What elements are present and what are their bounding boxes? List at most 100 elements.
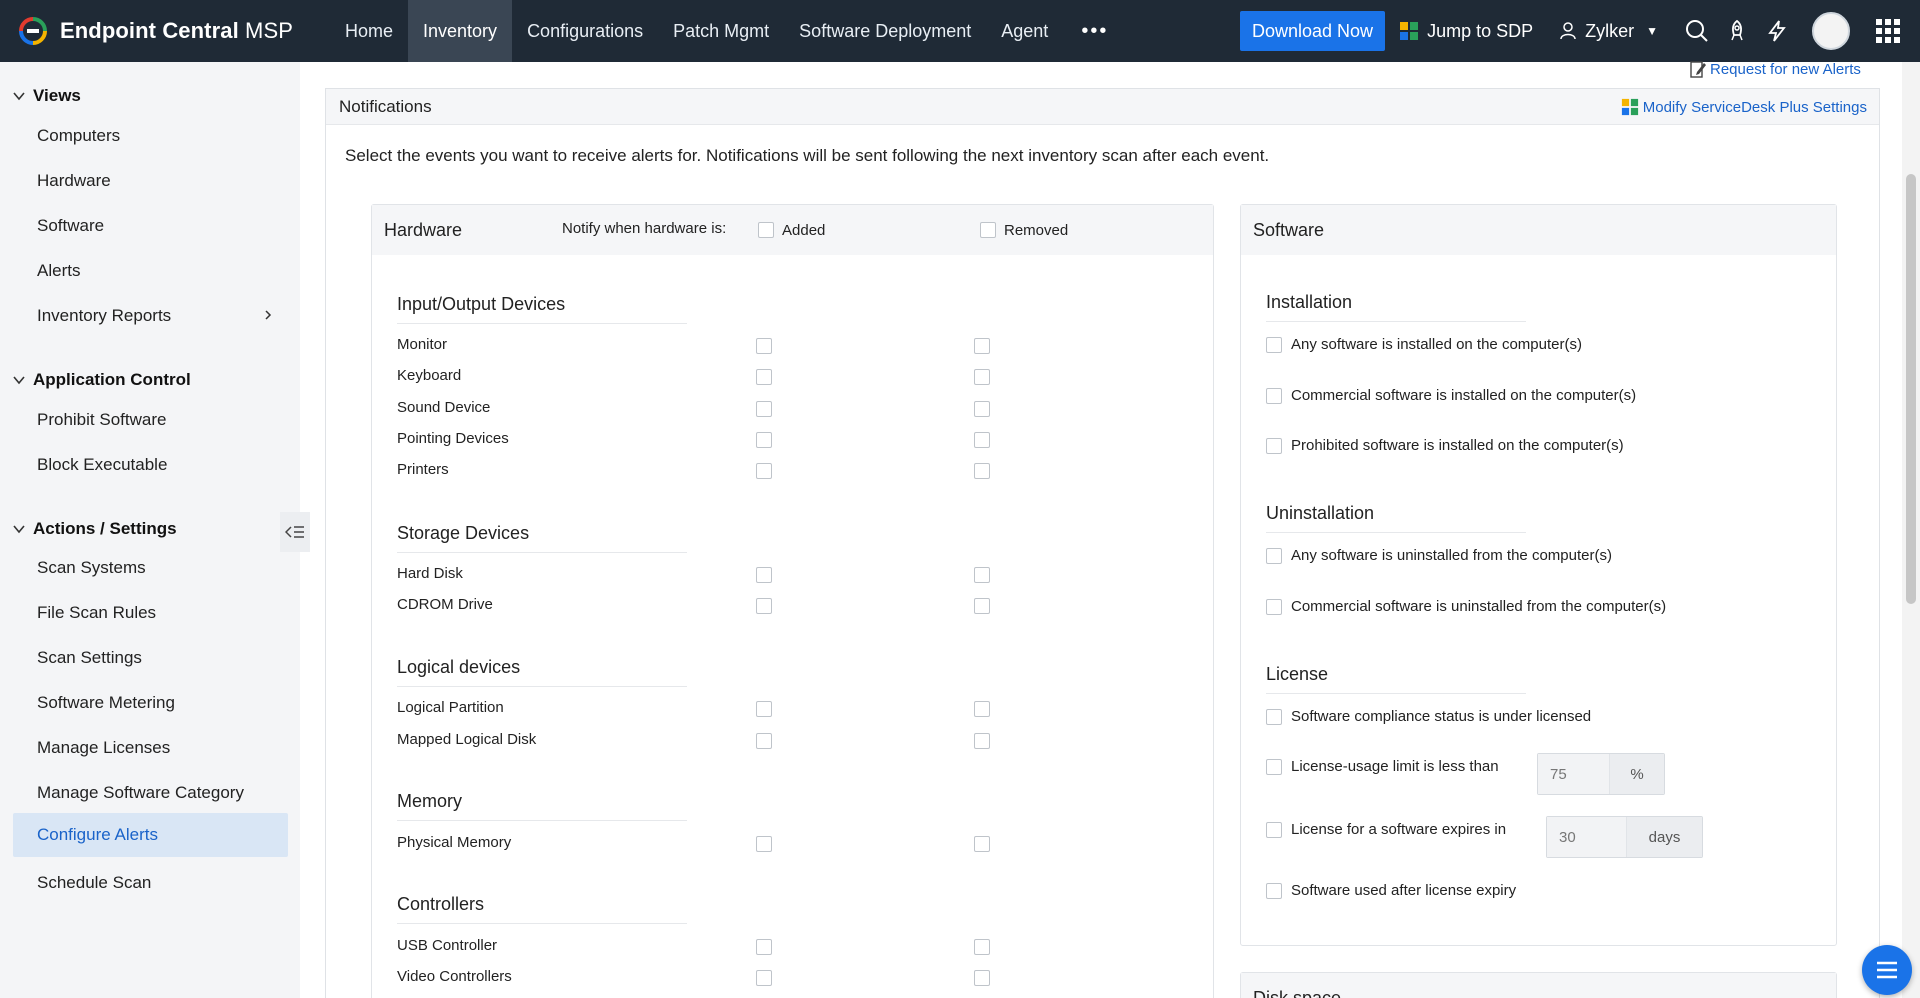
commercial-installed-checkbox[interactable]: [1266, 387, 1282, 404]
sidebar-item-inventory-reports[interactable]: Inventory Reports: [13, 294, 288, 338]
expires-in-unit: days: [1627, 817, 1702, 857]
pointing-devices-added-checkbox[interactable]: [756, 432, 772, 448]
request-new-alerts-link[interactable]: Request for new Alerts: [1690, 60, 1861, 78]
expires-in-input[interactable]: 30: [1547, 817, 1627, 857]
added-all-checkbox[interactable]: [758, 222, 774, 238]
nav-agent[interactable]: Agent: [986, 0, 1063, 62]
floating-menu-button[interactable]: [1862, 945, 1912, 995]
sidebar-item-alerts[interactable]: Alerts: [13, 249, 288, 293]
sw-row-expires-in[interactable]: License for a software expires in: [1266, 821, 1506, 838]
sidebar-item-block-executable[interactable]: Block Executable: [13, 443, 288, 487]
sw-label: License for a software expires in: [1291, 821, 1507, 838]
avatar[interactable]: [1812, 12, 1850, 50]
physical-memory-removed-checkbox[interactable]: [974, 836, 990, 852]
used-after-expiry-checkbox[interactable]: [1266, 882, 1282, 899]
nav-patch-mgmt[interactable]: Patch Mgmt: [658, 0, 784, 62]
cdrom-drive-removed-checkbox[interactable]: [974, 598, 990, 614]
hard-disk-added-checkbox[interactable]: [756, 567, 772, 583]
disk-space-header: Disk space: [1241, 973, 1836, 998]
cdrom-drive-added-checkbox[interactable]: [756, 598, 772, 614]
sidebar-item-software[interactable]: Software: [13, 204, 288, 248]
jump-to-sdp-link[interactable]: Jump to SDP: [1399, 21, 1533, 42]
download-now-button[interactable]: Download Now: [1240, 11, 1386, 51]
any-uninstalled-checkbox[interactable]: [1266, 547, 1282, 564]
keyboard-removed-checkbox[interactable]: [974, 369, 990, 385]
logical-partition-added-checkbox[interactable]: [756, 701, 772, 717]
lightning-icon[interactable]: [1764, 18, 1790, 44]
any-installed-checkbox[interactable]: [1266, 336, 1282, 353]
physical-memory-added-checkbox[interactable]: [756, 836, 772, 852]
usage-limit-checkbox[interactable]: [1266, 758, 1282, 775]
video-controllers-removed-checkbox[interactable]: [974, 970, 990, 986]
sound-device-removed-checkbox[interactable]: [974, 401, 990, 417]
user-menu[interactable]: Zylker ▼: [1559, 21, 1658, 42]
keyboard-added-checkbox[interactable]: [756, 369, 772, 385]
search-icon[interactable]: [1684, 18, 1710, 44]
sw-row-any-installed[interactable]: Any software is installed on the compute…: [1266, 336, 1582, 353]
sw-label: License-usage limit is less than: [1291, 758, 1499, 775]
sw-row-any-uninstalled[interactable]: Any software is uninstalled from the com…: [1266, 547, 1612, 564]
sw-row-commercial-installed[interactable]: Commercial software is installed on the …: [1266, 387, 1636, 404]
scrollbar-thumb[interactable]: [1906, 174, 1916, 604]
under-licensed-checkbox[interactable]: [1266, 708, 1282, 725]
mapped-logical-disk-added-checkbox[interactable]: [756, 733, 772, 749]
section-title-io-devices: Input/Output Devices: [397, 294, 687, 324]
monitor-added-checkbox[interactable]: [756, 338, 772, 354]
section-title-license: License: [1266, 664, 1526, 694]
expires-in-checkbox[interactable]: [1266, 821, 1282, 838]
nav-software-deployment[interactable]: Software Deployment: [784, 0, 986, 62]
chevron-down-icon: [13, 376, 25, 385]
sidebar-group-application-control[interactable]: Application Control: [12, 370, 191, 390]
notify-label: Notify when hardware is:: [562, 220, 727, 237]
rocket-icon[interactable]: [1724, 18, 1750, 44]
collapse-sidebar-icon[interactable]: [280, 512, 310, 552]
vertical-scrollbar[interactable]: [1902, 62, 1920, 998]
sidebar-item-schedule-scan[interactable]: Schedule Scan: [13, 861, 288, 905]
sidebar-item-file-scan-rules[interactable]: File Scan Rules: [13, 591, 288, 635]
hw-label-video-controllers: Video Controllers: [397, 968, 512, 985]
sidebar-group-actions-settings[interactable]: Actions / Settings: [12, 519, 177, 539]
usb-controller-removed-checkbox[interactable]: [974, 939, 990, 955]
sidebar-item-manage-software-category[interactable]: Manage Software Category: [13, 771, 288, 815]
logical-partition-removed-checkbox[interactable]: [974, 701, 990, 717]
apps-grid-icon[interactable]: [1876, 19, 1900, 43]
sidebar-item-scan-systems[interactable]: Scan Systems: [13, 546, 288, 590]
monitor-removed-checkbox[interactable]: [974, 338, 990, 354]
removed-all-checkbox[interactable]: [980, 222, 996, 238]
sidebar-item-software-metering[interactable]: Software Metering: [13, 681, 288, 725]
commercial-uninstalled-checkbox[interactable]: [1266, 598, 1282, 615]
sw-row-commercial-uninstalled[interactable]: Commercial software is uninstalled from …: [1266, 598, 1666, 615]
usb-controller-added-checkbox[interactable]: [756, 939, 772, 955]
prohibited-installed-checkbox[interactable]: [1266, 437, 1282, 454]
sidebar-item-computers[interactable]: Computers: [13, 114, 288, 158]
usage-limit-input[interactable]: 75: [1538, 754, 1610, 794]
sw-row-under-licensed[interactable]: Software compliance status is under lice…: [1266, 708, 1591, 725]
sidebar-item-configure-alerts[interactable]: Configure Alerts: [13, 813, 288, 857]
sidebar-group-label: Actions / Settings: [33, 519, 177, 538]
modify-servicedesk-settings-link[interactable]: Modify ServiceDesk Plus Settings: [1621, 98, 1867, 116]
video-controllers-added-checkbox[interactable]: [756, 970, 772, 986]
pointing-devices-removed-checkbox[interactable]: [974, 432, 990, 448]
hw-label-printers: Printers: [397, 461, 449, 478]
endpoint-central-logo-icon: [19, 17, 47, 45]
more-menu-icon[interactable]: •••: [1063, 0, 1126, 62]
sidebar-item-hardware[interactable]: Hardware: [13, 159, 288, 203]
sidebar-item-scan-settings[interactable]: Scan Settings: [13, 636, 288, 680]
sidebar-item-prohibit-software[interactable]: Prohibit Software: [13, 398, 288, 442]
brand[interactable]: Endpoint Central MSP: [0, 0, 330, 62]
nav-home[interactable]: Home: [330, 0, 408, 62]
sw-row-prohibited-installed[interactable]: Prohibited software is installed on the …: [1266, 437, 1624, 454]
printers-added-checkbox[interactable]: [756, 463, 772, 479]
hw-label-cdrom-drive: CDROM Drive: [397, 596, 493, 613]
printers-removed-checkbox[interactable]: [974, 463, 990, 479]
notifications-header: Notifications Modify ServiceDesk Plus Se…: [326, 89, 1879, 125]
mapped-logical-disk-removed-checkbox[interactable]: [974, 733, 990, 749]
sidebar-item-manage-licenses[interactable]: Manage Licenses: [13, 726, 288, 770]
sound-device-added-checkbox[interactable]: [756, 401, 772, 417]
hard-disk-removed-checkbox[interactable]: [974, 567, 990, 583]
nav-inventory[interactable]: Inventory: [408, 0, 513, 62]
sw-row-used-after-expiry[interactable]: Software used after license expiry: [1266, 882, 1516, 899]
sw-row-usage-limit[interactable]: License-usage limit is less than: [1266, 758, 1499, 775]
sidebar-group-views[interactable]: Views: [12, 86, 81, 106]
nav-configurations[interactable]: Configurations: [512, 0, 658, 62]
